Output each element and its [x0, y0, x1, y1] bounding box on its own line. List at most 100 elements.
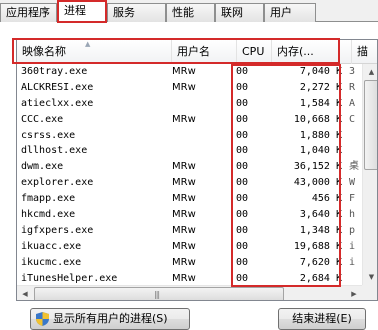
- process-cpu-cell: 00: [236, 145, 249, 157]
- process-name-cell: dllhost.exe: [21, 145, 88, 157]
- table-row[interactable]: explorer.exe MRw 00 43,000 K W: [17, 175, 362, 191]
- process-cpu-cell: 00: [236, 193, 249, 205]
- tab-performance[interactable]: 性能: [166, 3, 215, 22]
- table-row[interactable]: CCC.exe MRw 00 10,668 K C: [17, 112, 362, 128]
- tab-users[interactable]: 用户: [264, 3, 316, 22]
- process-description-cell: A: [349, 97, 356, 109]
- process-memory-cell: 1,040 K: [299, 145, 342, 157]
- tab-bar: 应用程序 进程 服务 性能 联网 用户: [0, 0, 378, 23]
- process-memory-cell: 19,688 K: [293, 240, 342, 252]
- table-row[interactable]: ALCKRESI.exe MRw 00 2,272 K R: [17, 80, 362, 96]
- process-memory-cell: 7,620 K: [299, 256, 342, 268]
- column-header-row: ▲ 映像名称 用户名 CPU 内存(... 描: [17, 40, 377, 64]
- process-memory-cell: 7,040 K: [299, 66, 342, 77]
- column-header-cpu[interactable]: CPU: [237, 40, 272, 64]
- process-name-cell: CCC.exe: [21, 113, 64, 125]
- vertical-scroll-thumb[interactable]: [364, 80, 377, 170]
- table-row[interactable]: dwm.exe MRw 00 36,152 K 桌: [17, 159, 362, 175]
- tab-applications[interactable]: 应用程序: [0, 3, 57, 22]
- horizontal-scrollbar[interactable]: ◀ ||| ▶: [17, 285, 362, 300]
- column-header-image-name-label: 映像名称: [22, 45, 66, 58]
- process-description-cell: i: [349, 240, 356, 252]
- process-description-cell: R: [349, 81, 356, 93]
- tab-services[interactable]: 服务: [107, 3, 166, 22]
- process-memory-cell: 456 K: [311, 193, 342, 205]
- process-name-cell: hkcmd.exe: [21, 209, 76, 221]
- sort-up-icon: ▲: [85, 40, 91, 48]
- process-user-cell: MRw: [172, 81, 196, 93]
- shield-icon: [36, 312, 49, 326]
- process-description-cell: 桌: [349, 161, 359, 173]
- process-description-cell: i: [349, 256, 356, 268]
- table-row[interactable]: atieclxx.exe 00 1,584 K A: [17, 96, 362, 112]
- vertical-scrollbar[interactable]: ▲ ▼: [362, 64, 377, 285]
- process-user-cell: MRw: [172, 209, 196, 221]
- process-memory-cell: 3,640 K: [299, 209, 342, 221]
- process-description-cell: p: [349, 224, 356, 236]
- process-name-cell: 360tray.exe: [21, 66, 88, 77]
- process-cpu-cell: 00: [236, 81, 249, 93]
- table-row[interactable]: hkcmd.exe MRw 00 3,640 K h: [17, 207, 362, 223]
- process-memory-cell: 1,880 K: [299, 129, 342, 141]
- process-cpu-cell: 00: [236, 209, 249, 221]
- process-list: ▲ 映像名称 用户名 CPU 内存(... 描 360tray.exe MRw 00…: [16, 39, 378, 301]
- process-name-cell: ikucmc.exe: [21, 256, 82, 268]
- process-cpu-cell: 00: [236, 177, 249, 189]
- scroll-down-arrow-icon[interactable]: ▼: [363, 269, 377, 285]
- process-memory-cell: 43,000 K: [293, 177, 342, 189]
- process-cpu-cell: 00: [236, 240, 249, 252]
- process-cpu-cell: 00: [236, 113, 249, 125]
- scroll-left-arrow-icon[interactable]: ◀: [17, 286, 33, 300]
- process-description-cell: F: [349, 193, 356, 205]
- process-name-cell: csrss.exe: [21, 129, 76, 141]
- process-cpu-cell: 00: [236, 161, 249, 173]
- column-header-description[interactable]: 描: [352, 40, 377, 64]
- process-user-cell: MRw: [172, 224, 196, 236]
- tab-networking[interactable]: 联网: [215, 3, 264, 22]
- process-description-cell: h: [349, 209, 356, 221]
- process-name-cell: atieclxx.exe: [21, 97, 94, 109]
- scroll-right-arrow-icon[interactable]: ▶: [346, 286, 362, 300]
- horizontal-scroll-thumb[interactable]: |||: [34, 287, 284, 300]
- table-row[interactable]: fmapp.exe MRw 00 456 K F: [17, 191, 362, 207]
- process-description-cell: 3: [349, 66, 356, 77]
- process-memory-cell: 1,584 K: [299, 97, 342, 109]
- process-name-cell: fmapp.exe: [21, 193, 76, 205]
- table-row[interactable]: 360tray.exe MRw 00 7,040 K 3: [17, 64, 362, 80]
- process-user-cell: MRw: [172, 161, 196, 173]
- table-row[interactable]: ikucmc.exe MRw 00 7,620 K i: [17, 255, 362, 271]
- table-row[interactable]: ikuacc.exe MRw 00 19,688 K i: [17, 239, 362, 255]
- column-header-user-name[interactable]: 用户名: [172, 40, 237, 64]
- process-user-cell: MRw: [172, 256, 196, 268]
- table-row[interactable]: igfxpers.exe MRw 00 1,348 K p: [17, 223, 362, 239]
- column-header-image-name[interactable]: ▲ 映像名称: [17, 40, 172, 64]
- process-cpu-cell: 00: [236, 97, 249, 109]
- end-process-button[interactable]: 结束进程(E): [278, 308, 366, 330]
- process-name-cell: dwm.exe: [21, 161, 64, 173]
- process-cpu-cell: 00: [236, 224, 249, 236]
- process-user-cell: MRw: [172, 113, 196, 125]
- scroll-up-arrow-icon[interactable]: ▲: [363, 64, 377, 80]
- process-memory-cell: 1,348 K: [299, 224, 342, 236]
- column-header-memory[interactable]: 内存(...: [272, 40, 352, 64]
- process-cpu-cell: 00: [236, 66, 249, 77]
- process-user-cell: MRw: [172, 240, 196, 252]
- process-cpu-cell: 00: [236, 129, 249, 141]
- process-user-cell: MRw: [172, 193, 196, 205]
- process-name-cell: ALCKRESI.exe: [21, 81, 94, 93]
- show-all-users-label: 显示所有用户的进程(S): [53, 312, 168, 325]
- process-name-cell: explorer.exe: [21, 177, 94, 189]
- scrollbar-corner: [362, 285, 377, 300]
- process-user-cell: MRw: [172, 177, 196, 189]
- process-description-cell: C: [349, 113, 356, 125]
- grip-icon: |||: [154, 290, 160, 299]
- table-row[interactable]: dllhost.exe 00 1,040 K: [17, 143, 362, 159]
- process-memory-cell: 10,668 K: [293, 113, 342, 125]
- tab-processes[interactable]: 进程: [57, 0, 107, 23]
- show-all-users-processes-button[interactable]: 显示所有用户的进程(S): [30, 308, 190, 330]
- table-row[interactable]: csrss.exe 00 1,880 K: [17, 128, 362, 144]
- process-memory-cell: 36,152 K: [293, 161, 342, 173]
- processes-panel: ▲ 映像名称 用户名 CPU 内存(... 描 360tray.exe MRw 00…: [0, 22, 378, 330]
- process-name-cell: ikuacc.exe: [21, 240, 82, 252]
- process-rows: 360tray.exe MRw 00 7,040 K 3 ALCKRESI.exe MRw 0…: [17, 64, 362, 286]
